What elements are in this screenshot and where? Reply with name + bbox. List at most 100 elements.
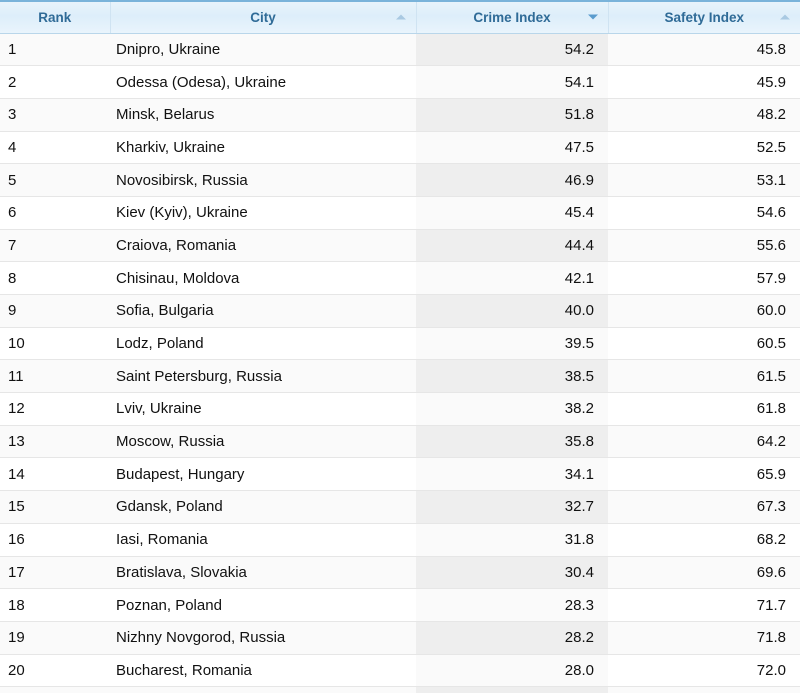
cell-safety-index: 55.6 [608, 229, 800, 263]
cell-city: Sofia, Bulgaria [110, 294, 416, 328]
column-header-safety-index[interactable]: Safety Index [608, 0, 800, 34]
cell-safety-index: 65.9 [608, 457, 800, 492]
cell-safety-index: 64.2 [608, 425, 800, 459]
cell-crime-index: 42.1 [416, 261, 608, 295]
cell-city: Bratislava, Slovakia [110, 556, 416, 590]
cell-safety-index: 71.7 [608, 588, 800, 622]
cell-rank: 4 [0, 131, 110, 165]
cell-crime-index: 28.0 [416, 654, 608, 688]
cell-city: Odessa (Odesa), Ukraine [110, 65, 416, 99]
cell-safety-index: 54.6 [608, 196, 800, 230]
cell-city: Kharkiv, Ukraine [110, 131, 416, 165]
cell-crime-index: 44.4 [416, 229, 608, 263]
table-header-row: Rank City Crime Index Safety Index [0, 0, 800, 34]
cell-crime-index: 28.2 [416, 621, 608, 655]
caret-up-icon[interactable] [395, 14, 406, 20]
cell-safety-index: 71.8 [608, 621, 800, 655]
cell-safety-index: 60.5 [608, 327, 800, 361]
cell-city: Poznan, Poland [110, 588, 416, 622]
table-row[interactable]: 8 Chisinau, Moldova 42.1 57.9 [0, 261, 800, 295]
table-row[interactable]: 3 Minsk, Belarus 51.8 48.2 [0, 98, 800, 132]
cell-crime-index: 34.1 [416, 457, 608, 492]
cell-rank: 11 [0, 359, 110, 394]
table-row[interactable]: 15 Gdansk, Poland 32.7 67.3 [0, 490, 800, 524]
table-row[interactable]: 13 Moscow, Russia 35.8 64.2 [0, 425, 800, 459]
cell-safety-index: 60.0 [608, 294, 800, 328]
cell-city: Craiova, Romania [110, 229, 416, 263]
cell-crime-index: 46.9 [416, 163, 608, 197]
table-row[interactable] [0, 686, 800, 693]
cell-crime-index: 30.4 [416, 556, 608, 590]
cell-crime-index: 51.8 [416, 98, 608, 132]
crime-index-table: Rank City Crime Index Safety Index 1 Dni… [0, 0, 800, 693]
cell-safety-index: 61.8 [608, 392, 800, 426]
table-row[interactable]: 20 Bucharest, Romania 28.0 72.0 [0, 654, 800, 688]
table-row[interactable]: 6 Kiev (Kyiv), Ukraine 45.4 54.6 [0, 196, 800, 230]
cell-safety-index: 61.5 [608, 359, 800, 394]
cell-safety-index: 68.2 [608, 523, 800, 557]
cell-crime-index: 40.0 [416, 294, 608, 328]
cell-safety-index: 45.8 [608, 33, 800, 67]
table-row[interactable]: 19 Nizhny Novgorod, Russia 28.2 71.8 [0, 621, 800, 655]
cell-city: Budapest, Hungary [110, 457, 416, 492]
table-row[interactable]: 4 Kharkiv, Ukraine 47.5 52.5 [0, 131, 800, 165]
table-row[interactable]: 14 Budapest, Hungary 34.1 65.9 [0, 457, 800, 492]
cell-rank: 9 [0, 294, 110, 328]
cell-crime-index: 47.5 [416, 131, 608, 165]
cell-safety-index: 48.2 [608, 98, 800, 132]
cell-rank: 1 [0, 33, 110, 67]
cell-safety-index: 45.9 [608, 65, 800, 99]
cell-rank: 12 [0, 392, 110, 426]
cell-safety-index: 72.0 [608, 654, 800, 688]
cell-rank: 2 [0, 65, 110, 99]
table-row[interactable]: 10 Lodz, Poland 39.5 60.5 [0, 327, 800, 361]
caret-down-icon[interactable] [587, 14, 598, 20]
cell-city: Nizhny Novgorod, Russia [110, 621, 416, 655]
column-header-rank-label: Rank [38, 9, 72, 25]
cell-crime-index: 38.5 [416, 359, 608, 394]
cell-rank: 3 [0, 98, 110, 132]
table-row[interactable]: 12 Lviv, Ukraine 38.2 61.8 [0, 392, 800, 426]
column-header-city[interactable]: City [110, 0, 417, 34]
table-row[interactable]: 17 Bratislava, Slovakia 30.4 69.6 [0, 556, 800, 590]
table-body: 1 Dnipro, Ukraine 54.2 45.8 2 Odessa (Odesa),… [0, 33, 800, 693]
table-row[interactable]: 18 Poznan, Poland 28.3 71.7 [0, 588, 800, 622]
cell-crime-index: 35.8 [416, 425, 608, 459]
cell-safety-index [608, 686, 800, 693]
table-row[interactable]: 1 Dnipro, Ukraine 54.2 45.8 [0, 33, 800, 67]
table-row[interactable]: 2 Odessa (Odesa), Ukraine 54.1 45.9 [0, 65, 800, 99]
cell-safety-index: 53.1 [608, 163, 800, 197]
cell-city: Dnipro, Ukraine [110, 33, 416, 67]
cell-city: Bucharest, Romania [110, 654, 416, 688]
cell-safety-index: 69.6 [608, 556, 800, 590]
column-header-crime-index[interactable]: Crime Index [416, 0, 609, 34]
cell-rank: 7 [0, 229, 110, 263]
cell-city: Chisinau, Moldova [110, 261, 416, 295]
table-row[interactable]: 9 Sofia, Bulgaria 40.0 60.0 [0, 294, 800, 328]
cell-crime-index: 31.8 [416, 523, 608, 557]
cell-city: Lodz, Poland [110, 327, 416, 361]
cell-city: Novosibirsk, Russia [110, 163, 416, 197]
column-header-rank[interactable]: Rank [0, 0, 111, 34]
cell-city: Gdansk, Poland [110, 490, 416, 524]
cell-crime-index: 38.2 [416, 392, 608, 426]
table-row[interactable]: 16 Iasi, Romania 31.8 68.2 [0, 523, 800, 557]
cell-rank: 20 [0, 654, 110, 688]
column-header-crime-index-label: Crime Index [473, 9, 551, 25]
cell-safety-index: 52.5 [608, 131, 800, 165]
cell-crime-index: 39.5 [416, 327, 608, 361]
caret-up-icon[interactable] [780, 14, 790, 20]
cell-rank: 5 [0, 163, 110, 197]
cell-safety-index: 57.9 [608, 261, 800, 295]
cell-safety-index: 67.3 [608, 490, 800, 524]
cell-rank: 16 [0, 523, 110, 557]
cell-crime-index: 28.3 [416, 588, 608, 622]
cell-city [110, 686, 416, 693]
table-row[interactable]: 5 Novosibirsk, Russia 46.9 53.1 [0, 163, 800, 197]
table-row[interactable]: 11 Saint Petersburg, Russia 38.5 61.5 [0, 359, 800, 394]
column-header-city-label: City [250, 9, 276, 25]
column-header-safety-index-label: Safety Index [664, 9, 745, 25]
cell-crime-index: 54.2 [416, 33, 608, 67]
cell-rank: 15 [0, 490, 110, 524]
table-row[interactable]: 7 Craiova, Romania 44.4 55.6 [0, 229, 800, 263]
